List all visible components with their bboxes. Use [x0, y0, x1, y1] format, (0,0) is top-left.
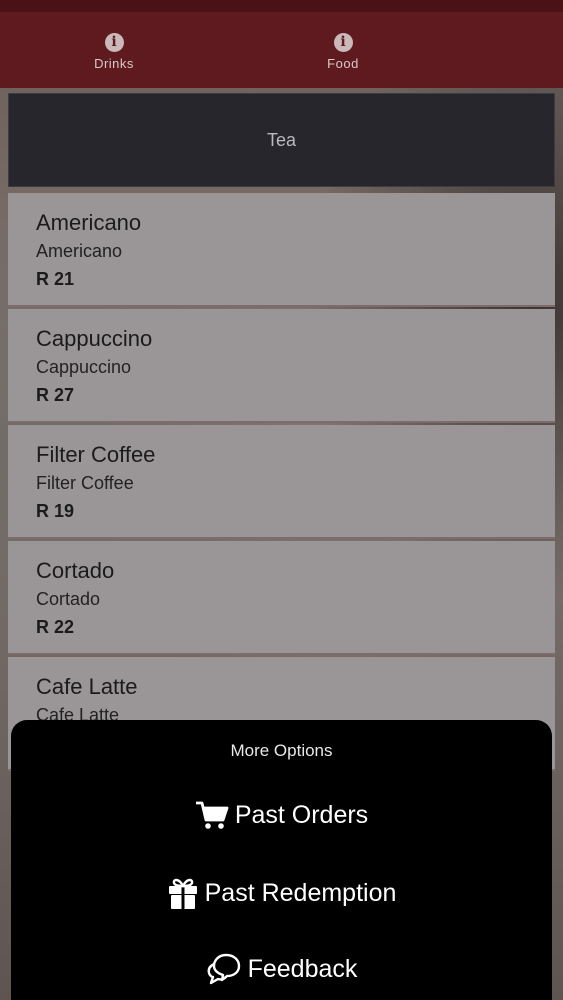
chat-bubbles-icon [207, 953, 240, 985]
tab-label: Drinks [94, 56, 134, 71]
tab-label: Food [327, 56, 359, 71]
list-item[interactable]: Cappuccino Cappuccino R 27 [8, 309, 555, 423]
option-label: Past Orders [234, 800, 369, 829]
info-icon: i [333, 33, 353, 52]
list-item[interactable]: Americano Americano R 21 [8, 193, 555, 307]
gift-icon [168, 878, 197, 909]
item-price: R 22 [36, 617, 75, 637]
item-name: Cappuccino [36, 326, 153, 351]
item-description: Americano [36, 241, 123, 261]
category-header-tea[interactable]: Tea [8, 93, 555, 187]
list-item[interactable]: Cortado Cortado R 22 [8, 541, 555, 655]
item-name: Americano [36, 210, 142, 235]
list-item[interactable]: Filter Coffee Filter Coffee R 19 [8, 425, 555, 539]
option-label: Feedback [247, 954, 358, 983]
item-price: R 27 [36, 385, 75, 405]
option-label: Past Redemption [204, 878, 397, 907]
feedback-button[interactable]: Feedback [11, 952, 552, 986]
item-description: Cappuccino [36, 357, 132, 377]
item-description: Filter Coffee [36, 473, 134, 493]
item-price: R 21 [36, 269, 75, 289]
tab-drinks[interactable]: i Drinks [0, 12, 228, 88]
item-name: Cafe Latte [36, 674, 138, 699]
menu-list: Americano Americano R 21 Cappuccino Capp… [8, 193, 555, 773]
top-tab-bar: i Drinks i Food [0, 0, 563, 88]
item-price: R 19 [36, 501, 75, 521]
tab-food[interactable]: i Food [228, 12, 458, 88]
sheet-title: More Options [230, 741, 333, 760]
item-name: Filter Coffee [36, 442, 156, 467]
item-description: Cortado [36, 589, 101, 609]
past-redemption-button[interactable]: Past Redemption [11, 876, 552, 910]
past-orders-button[interactable]: Past Orders [11, 800, 552, 830]
more-options-sheet: More Options Past Orders Past Redemption… [11, 720, 552, 1000]
info-icon: i [104, 33, 124, 52]
item-name: Cortado [36, 558, 115, 583]
cart-icon [195, 801, 229, 829]
